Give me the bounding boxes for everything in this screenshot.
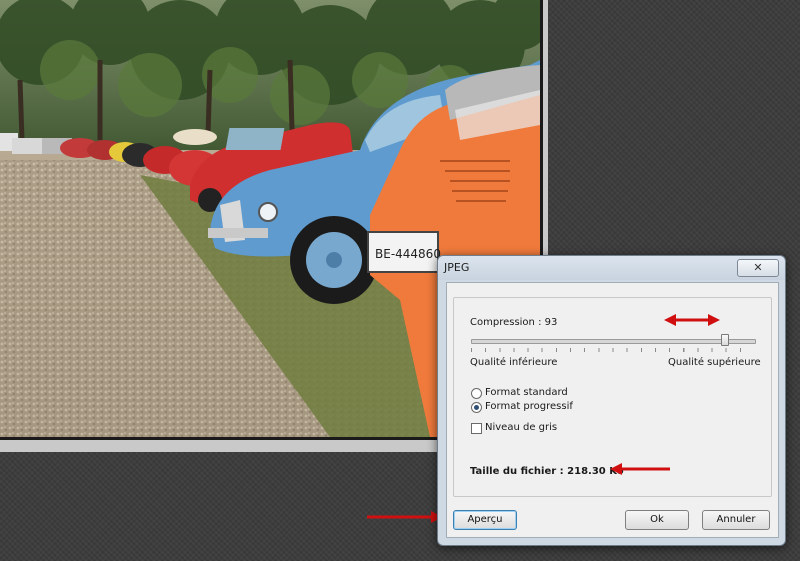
close-icon: ✕ [753, 261, 763, 274]
license-plate: BE-444860 [375, 247, 441, 261]
annotation-arrow-preview [367, 511, 443, 523]
cancel-button[interactable]: Annuler [702, 510, 770, 530]
slider-ticks [471, 348, 754, 352]
compression-slider[interactable] [471, 339, 756, 344]
jpeg-options-dialog: JPEG ✕ Compression : 93 Qualité inférieu… [437, 255, 786, 546]
format-standard-label[interactable]: Format standard [485, 387, 568, 398]
file-size-label: Taille du fichier : 218.30 Ko [470, 466, 624, 477]
format-progressive-label[interactable]: Format progressif [485, 401, 573, 412]
format-standard-radio[interactable] [471, 388, 482, 399]
slider-max-label: Qualité supérieure [668, 357, 761, 368]
close-button[interactable]: ✕ [737, 259, 779, 277]
preview-button[interactable]: Aperçu [453, 510, 517, 530]
grayscale-label[interactable]: Niveau de gris [485, 422, 557, 433]
compression-label: Compression : 93 [470, 317, 558, 328]
slider-min-label: Qualité inférieure [470, 357, 558, 368]
compression-slider-thumb[interactable] [721, 334, 729, 346]
dialog-titlebar[interactable]: JPEG ✕ [438, 256, 785, 280]
double-arrow-icon [664, 314, 720, 326]
left-arrow-icon [610, 463, 670, 475]
dialog-body: Compression : 93 Qualité inférieure Qual… [446, 282, 779, 538]
format-progressive-radio[interactable] [471, 402, 482, 413]
dialog-title: JPEG [444, 261, 470, 274]
grayscale-checkbox[interactable] [471, 423, 482, 434]
ok-button[interactable]: Ok [625, 510, 689, 530]
